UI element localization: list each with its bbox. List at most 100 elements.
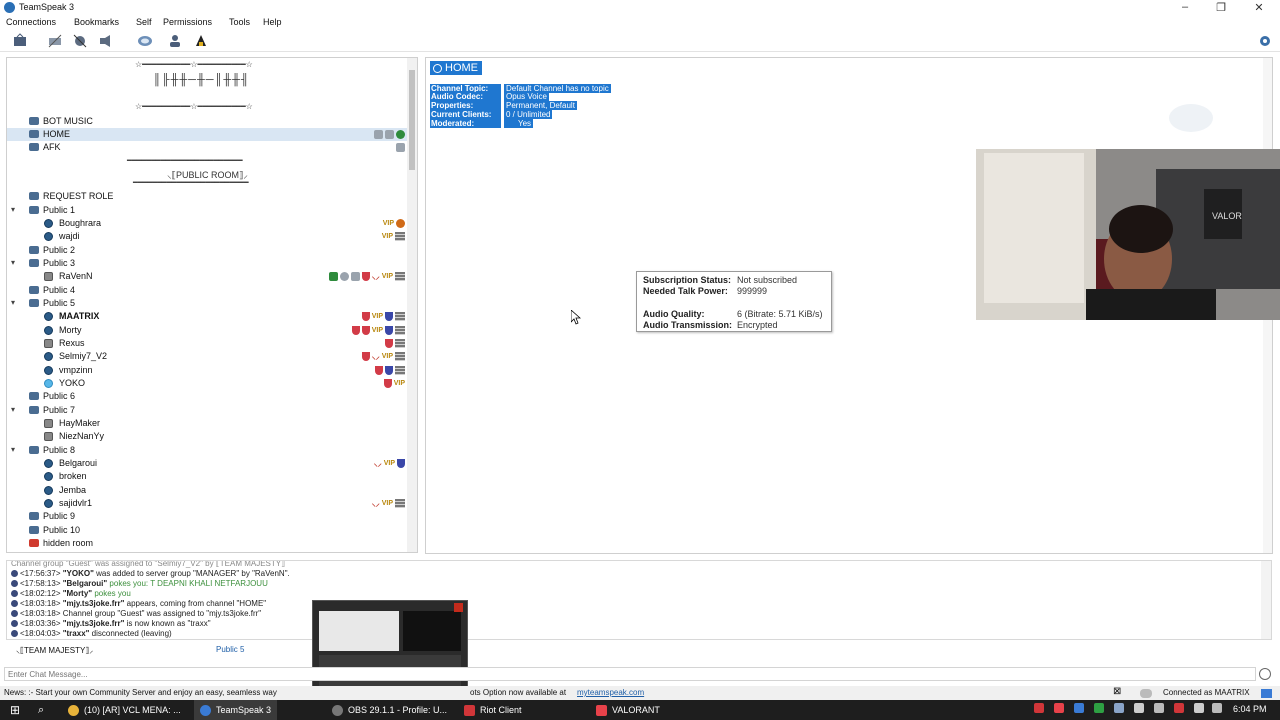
- contacts-icon[interactable]: [167, 33, 184, 49]
- log-user[interactable]: "YOKO": [63, 569, 94, 578]
- log-user[interactable]: "mjy.ts3joke.frr": [63, 599, 125, 608]
- tray-app-icon[interactable]: [1174, 703, 1184, 713]
- user-ravenn[interactable]: RaVenN ⸜⸝ VIP: [7, 270, 407, 283]
- channel-public-10[interactable]: Public 10: [7, 524, 407, 537]
- tray-bluetooth-icon[interactable]: [1134, 703, 1144, 713]
- user-boughrara[interactable]: Boughrara VIP: [7, 217, 407, 230]
- user-jemba[interactable]: Jemba: [7, 484, 407, 497]
- disconnect-icon[interactable]: [47, 33, 64, 49]
- expand-arrow-icon[interactable]: ▾: [11, 205, 15, 214]
- log-scrollbar[interactable]: [1261, 561, 1271, 639]
- log-user[interactable]: "traxx": [63, 629, 90, 638]
- user-sajidvlr1[interactable]: sajidvlr1 ⸜⸝ VIP: [7, 497, 407, 510]
- user-morty[interactable]: Morty VIP: [7, 324, 407, 337]
- channel-public-2[interactable]: Public 2: [7, 244, 407, 257]
- close-button[interactable]: ✕: [1244, 1, 1274, 14]
- user-nieznanyy[interactable]: NiezNanYy: [7, 430, 407, 443]
- user-vmpzinn[interactable]: vmpzinn: [7, 364, 407, 377]
- mute-speakers-icon[interactable]: [97, 33, 114, 49]
- blue-shield-icon: [397, 459, 405, 468]
- channel-tree[interactable]: ☆━━━━━━━━━━☆━━━━━━━━━━☆ ║╟╫╫─╫─║╫╫╢ ☆━━━…: [6, 57, 418, 553]
- tree-scrollbar[interactable]: [407, 58, 417, 552]
- wing-icon: ⸜⸝: [373, 459, 382, 468]
- close-news-icon[interactable]: ⊠: [1113, 686, 1121, 697]
- shield-icon: [351, 326, 360, 335]
- tab-channel-chat[interactable]: Public 5: [212, 643, 248, 657]
- start-button[interactable]: ⊞: [4, 700, 26, 720]
- expand-arrow-icon[interactable]: ▾: [11, 405, 15, 414]
- ownership-icon[interactable]: [193, 33, 210, 49]
- expand-arrow-icon[interactable]: ▾: [11, 258, 15, 267]
- expand-arrow-icon[interactable]: ▾: [11, 445, 15, 454]
- channel-public-8[interactable]: ▾ Public 8: [7, 444, 407, 457]
- webcam-overlay: VALOR: [976, 149, 1280, 320]
- chat-message-input[interactable]: [4, 667, 1256, 681]
- channel-afk[interactable]: AFK: [7, 141, 407, 154]
- taskbar-item-riot[interactable]: Riot Client: [458, 700, 528, 720]
- menu-connections[interactable]: Connections: [6, 17, 56, 27]
- obs-icon: [332, 704, 343, 716]
- channel-public-9[interactable]: Public 9: [7, 510, 407, 523]
- channel-home[interactable]: HOME: [7, 128, 407, 141]
- myteamspeak-link[interactable]: myteamspeak.com: [577, 688, 644, 697]
- log-user[interactable]: "mjy.ts3joke.frr": [63, 619, 125, 628]
- search-icon: ⌕: [38, 703, 45, 716]
- taskbar-item-obs[interactable]: OBS 29.1.1 - Profile: U...: [326, 700, 453, 720]
- channel-public-7[interactable]: ▾ Public 7: [7, 404, 407, 417]
- mute-mic-icon[interactable]: [72, 33, 89, 49]
- channel-public-6[interactable]: Public 6: [7, 390, 407, 403]
- tray-lock-icon[interactable]: [1212, 703, 1222, 713]
- channel-public-4[interactable]: Public 4: [7, 284, 407, 297]
- settings-icon[interactable]: [1257, 33, 1274, 49]
- channel-hidden-room[interactable]: hidden room: [7, 537, 407, 550]
- tray-riot-icon[interactable]: [1034, 703, 1044, 713]
- clock[interactable]: 6:04 PM: [1233, 704, 1267, 714]
- connect-icon[interactable]: [12, 33, 29, 49]
- user-broken[interactable]: broken: [7, 470, 407, 483]
- log-user[interactable]: "Morty": [63, 589, 92, 598]
- locked-channel-icon: [29, 539, 39, 547]
- user-label: NiezNanYy: [59, 431, 105, 441]
- channel-public-3[interactable]: ▾ Public 3: [7, 257, 407, 270]
- taskbar-item-chrome[interactable]: (10) [AR] VCL MENA: ...: [62, 700, 187, 720]
- tray-usb-icon[interactable]: [1194, 703, 1204, 713]
- vip-badge: VIP: [381, 500, 393, 507]
- prop-value-moderated: Yes: [504, 119, 534, 128]
- channel-request-role[interactable]: REQUEST ROLE: [7, 190, 407, 203]
- tray-valorant-icon[interactable]: [1054, 703, 1064, 713]
- menu-bookmarks[interactable]: Bookmarks: [74, 17, 119, 27]
- user-maatrix[interactable]: MAATRIX VIP: [7, 310, 407, 323]
- menu-permissions[interactable]: Permissions: [163, 17, 212, 27]
- user-wajdi[interactable]: wajdi VIP: [7, 230, 407, 243]
- expand-arrow-icon[interactable]: ▾: [11, 298, 15, 307]
- preview-close-icon[interactable]: [454, 603, 463, 612]
- channel-public-1[interactable]: ▾ Public 1: [7, 204, 407, 217]
- emoji-icon[interactable]: [1259, 668, 1271, 680]
- away-icon[interactable]: [137, 33, 154, 49]
- log-user[interactable]: "Belgaroui": [63, 579, 107, 588]
- tab-server-chat[interactable]: ⸜⟦TEAM MAJESTY⟧⸝: [12, 643, 97, 657]
- tray-teamspeak-icon[interactable]: [1074, 703, 1084, 713]
- search-button[interactable]: ⌕: [32, 700, 50, 720]
- channel-badges: [396, 142, 405, 153]
- menu-help[interactable]: Help: [263, 17, 282, 27]
- user-yoko[interactable]: YOKO VIP: [7, 377, 407, 390]
- tray-network-icon[interactable]: [1114, 703, 1124, 713]
- menu-tools[interactable]: Tools: [229, 17, 250, 27]
- user-selmiy7-v2[interactable]: Selmiy7_V2 ⸜⸝ VIP: [7, 350, 407, 363]
- taskbar-item-teamspeak[interactable]: TeamSpeak 3: [194, 700, 278, 720]
- tree-scroll-thumb[interactable]: [409, 70, 415, 170]
- user-rexus[interactable]: Rexus: [7, 337, 407, 350]
- tray-volume-icon[interactable]: [1154, 703, 1164, 713]
- user-belgaroui[interactable]: Belgaroui ⸜⸝ VIP: [7, 457, 407, 470]
- tooltip-key-subscription: Subscription Status:: [643, 275, 732, 285]
- tray-nvidia-icon[interactable]: [1094, 703, 1104, 713]
- maximize-button[interactable]: ❐: [1206, 1, 1236, 14]
- user-haymaker[interactable]: HayMaker: [7, 417, 407, 430]
- channel-label: Public 8: [43, 445, 76, 455]
- taskbar-item-valorant[interactable]: VALORANT: [590, 700, 666, 720]
- channel-bot-music[interactable]: BOT MUSIC: [7, 115, 407, 128]
- channel-public-5[interactable]: ▾ Public 5: [7, 297, 407, 310]
- menu-self[interactable]: Self: [136, 17, 152, 27]
- minimize-button[interactable]: –: [1170, 1, 1200, 13]
